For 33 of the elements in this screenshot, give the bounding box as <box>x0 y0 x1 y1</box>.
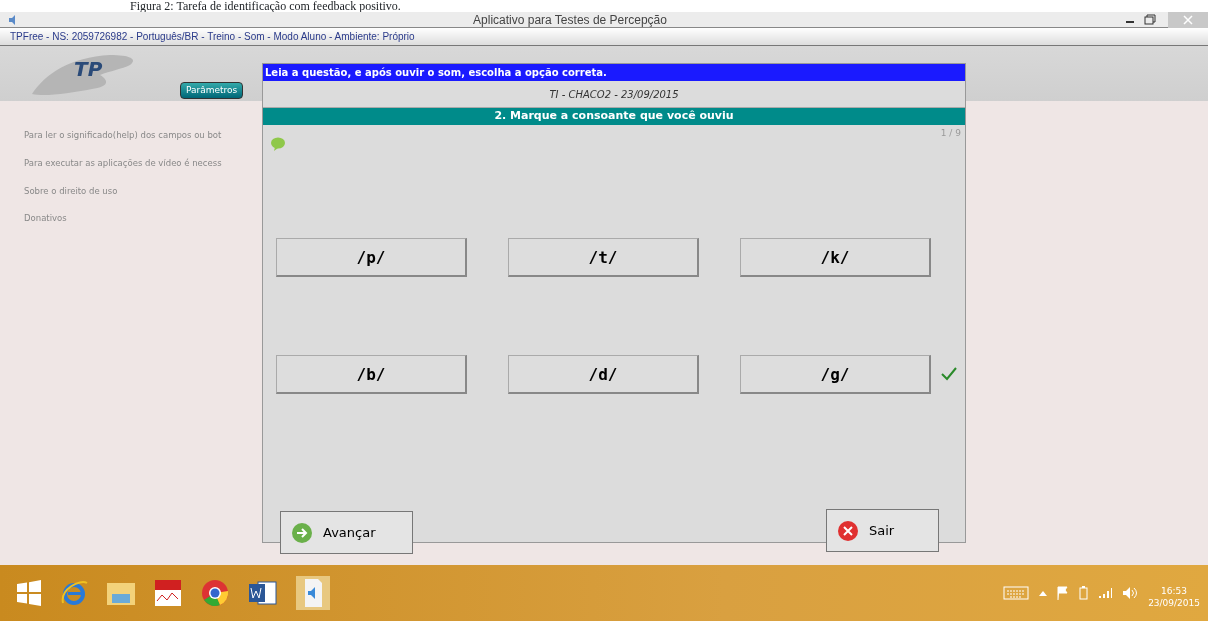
instruction-bar: Leia a questão, e após ouvir o som, escolha a opção correta. <box>263 64 965 81</box>
statistics-app-icon[interactable] <box>154 579 182 607</box>
logo: TP <box>30 49 140 99</box>
audio-file-icon[interactable] <box>296 576 330 610</box>
figure-caption: Figura 2: Tarefa de identificação com feedback positivo. <box>130 0 401 13</box>
info-bubble-icon <box>270 137 286 151</box>
caret-up-icon[interactable] <box>1039 590 1048 596</box>
keyboard-icon[interactable] <box>1003 586 1030 600</box>
speaker-icon[interactable] <box>1122 586 1139 600</box>
answer-option-button[interactable]: /t/ <box>508 238 699 277</box>
answer-option-button[interactable]: /p/ <box>276 238 467 277</box>
flag-icon[interactable] <box>1057 586 1070 600</box>
answer-option-button[interactable]: /k/ <box>740 238 931 277</box>
window-title: Aplicativo para Testes de Percepção <box>472 11 668 29</box>
question-bar: 2. Marque a consoante que você ouviu <box>263 108 965 125</box>
parameters-button[interactable]: Parâmetros <box>180 81 244 99</box>
exit-button[interactable]: Sair <box>826 509 939 552</box>
status-text: TPFree - NS: 2059726982 - Português/BR - Treino - Som - Modo Aluno - Ambiente: Próprio <box>10 30 415 44</box>
signal-icon[interactable] <box>1098 587 1113 599</box>
arrow-right-icon <box>291 521 313 544</box>
word-document-icon[interactable] <box>248 579 278 607</box>
windows-start-icon[interactable] <box>16 580 42 606</box>
folder-icon[interactable] <box>106 580 136 606</box>
question-counter: 1 / 9 <box>940 127 961 140</box>
internet-explorer-icon[interactable] <box>60 579 88 607</box>
battery-icon[interactable] <box>1079 586 1089 600</box>
close-circle-icon <box>837 519 859 542</box>
next-button[interactable]: Avançar <box>280 511 413 554</box>
close-icon[interactable] <box>1168 11 1208 28</box>
answer-option-button[interactable]: /g/ <box>740 355 931 394</box>
answer-option-button[interactable]: /d/ <box>508 355 699 394</box>
answer-option-button[interactable]: /b/ <box>276 355 467 394</box>
chrome-icon[interactable] <box>200 578 230 608</box>
